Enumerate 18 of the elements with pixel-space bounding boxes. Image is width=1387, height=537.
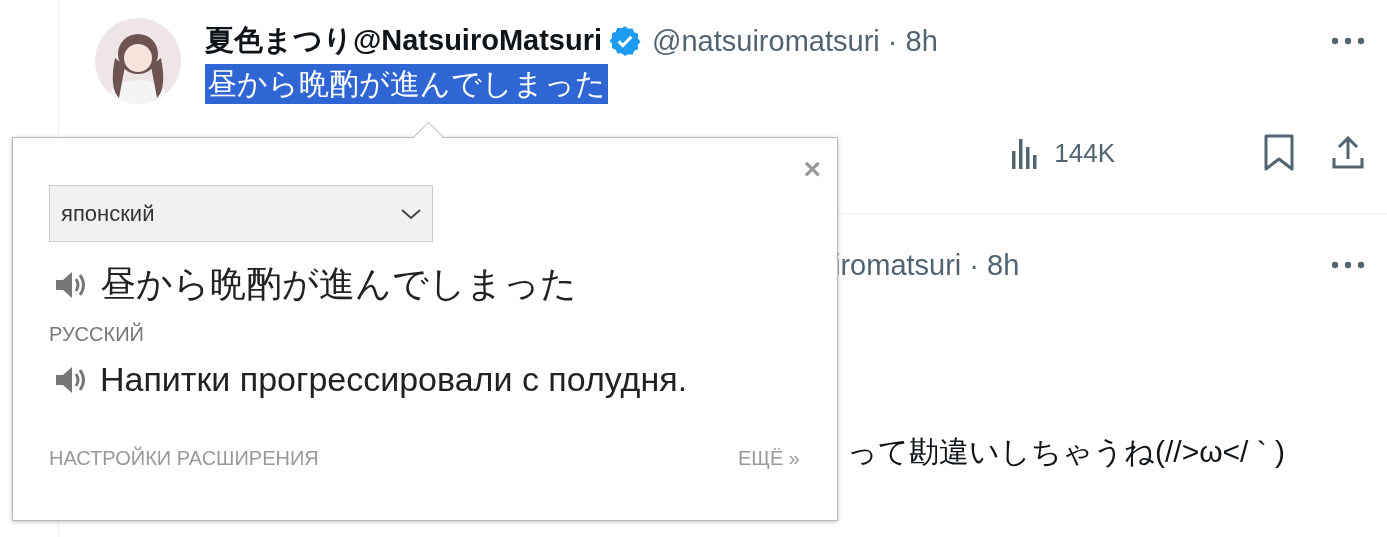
source-text: 昼から晩酌が進んでしまった (100, 262, 577, 306)
target-language: РУССКИЙ (49, 323, 145, 346)
settings-link[interactable]: НАСТРОЙКИ РАСШИРЕНИЯ (49, 447, 319, 470)
tweet-text: って勘違いしちゃうね(//>ω</ ` ) (847, 434, 1287, 470)
handle-and-time: @natsuiromatsuri · 8h (652, 24, 938, 58)
more-icon[interactable] (1331, 37, 1365, 45)
more-link[interactable]: ЕЩЁ » (737, 447, 800, 470)
bookmark-icon[interactable] (1263, 134, 1295, 172)
view-count: 144K (1054, 137, 1115, 169)
language-dropdown[interactable]: японский (49, 185, 433, 242)
close-button[interactable]: × (803, 158, 821, 180)
chevron-down-icon (400, 207, 422, 220)
author-name[interactable]: 夏色まつり@NatsuiroMatsuri (205, 21, 603, 61)
translation-text: Напитки прогрессировали с полудня. (100, 360, 688, 399)
share-icon[interactable] (1331, 136, 1365, 170)
more-icon[interactable] (1331, 261, 1365, 269)
tweet-text: 昼から晩酌が進んでしまった (205, 64, 608, 104)
handle-and-time: iromatsuri · 8h (834, 248, 1020, 282)
